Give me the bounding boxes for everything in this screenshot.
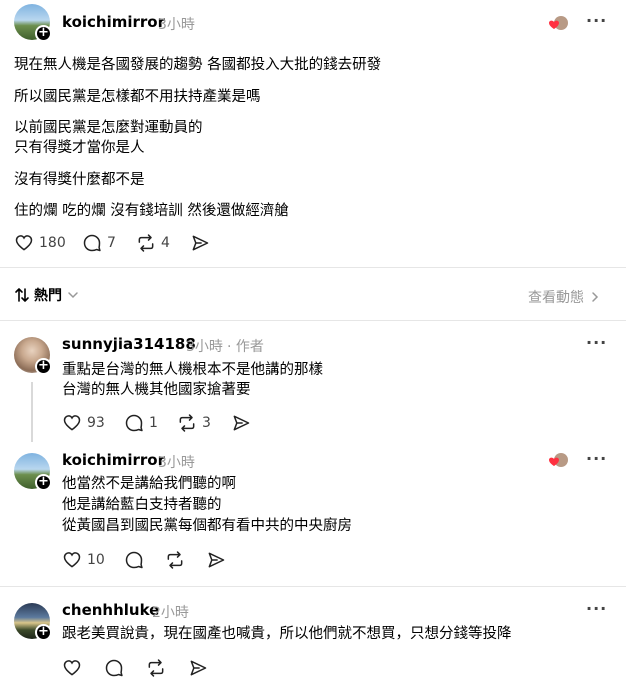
comment-button[interactable] xyxy=(104,658,124,678)
like-count: 180 xyxy=(39,235,66,251)
post-time[interactable]: 3小時 xyxy=(158,14,195,34)
share-button[interactable] xyxy=(206,550,226,570)
divider xyxy=(0,586,626,587)
reply-line: 跟老美買說貴，現在國產也喊貴，所以他們就不想買，只想分錢等投降 xyxy=(62,626,512,642)
share-button[interactable] xyxy=(231,413,251,433)
reply-line: 他當然不是講給我們聽的啊 xyxy=(62,476,236,492)
repost-icon xyxy=(148,659,164,677)
reply-time[interactable]: 3小時 xyxy=(158,452,195,472)
view-activity-link[interactable]: 查看動態 xyxy=(528,287,602,307)
post-line: 以前國民黨是怎麼對運動員的 xyxy=(14,120,203,136)
heart-icon xyxy=(15,235,33,251)
sort-dropdown[interactable]: 熱門 xyxy=(14,285,80,305)
heart-icon xyxy=(63,415,81,431)
post-username[interactable]: koichimirror xyxy=(62,13,165,31)
follow-plus-icon[interactable]: + xyxy=(35,474,52,491)
like-count: 93 xyxy=(87,415,105,431)
heart-icon xyxy=(63,660,81,676)
repost-button[interactable]: 4 xyxy=(136,233,170,253)
divider xyxy=(0,267,626,268)
heart-icon xyxy=(63,552,81,568)
post-line: 住的爛 吃的爛 沒有錢培訓 然後還做經濟艙 xyxy=(14,203,289,219)
follow-plus-icon[interactable]: + xyxy=(35,25,52,42)
reply-line: 從黃國昌到國民黨每個都有看中共的中央廚房 xyxy=(62,518,352,534)
like-button[interactable]: 180 xyxy=(14,233,66,253)
share-button[interactable] xyxy=(190,233,210,253)
sort-arrows-icon xyxy=(15,288,29,302)
divider xyxy=(0,320,626,321)
repost-button[interactable] xyxy=(146,658,166,678)
like-count: 10 xyxy=(87,552,105,568)
like-button[interactable]: 10 xyxy=(62,550,105,570)
post-line: 只有得獎才當你是人 xyxy=(14,140,145,156)
repost-button[interactable]: 3 xyxy=(177,413,211,433)
more-dots-icon[interactable]: ··· xyxy=(586,333,607,352)
reply-line: 重點是台灣的無人機根本不是他講的那樣 xyxy=(62,362,323,378)
post-line: 沒有得獎什麼都不是 xyxy=(14,172,145,188)
chevron-right-icon xyxy=(592,292,599,302)
send-icon xyxy=(208,552,225,568)
more-dots-icon[interactable]: ··· xyxy=(586,449,607,468)
repost-icon xyxy=(138,234,154,252)
repost-count: 3 xyxy=(202,415,211,431)
reply-time[interactable]: 2小時 xyxy=(152,602,189,622)
reply-time[interactable]: 3小時 xyxy=(186,336,223,356)
comment-bubble-icon xyxy=(125,414,143,432)
send-icon xyxy=(190,660,207,676)
send-icon xyxy=(233,415,250,431)
comment-count: 1 xyxy=(149,415,158,431)
liked-by-avatar[interactable] xyxy=(547,451,569,469)
reply-username[interactable]: chenhhluke xyxy=(62,601,159,619)
view-activity-label: 查看動態 xyxy=(528,290,584,306)
repost-button[interactable] xyxy=(165,550,185,570)
more-dots-icon[interactable]: ··· xyxy=(586,599,607,618)
post-line: 現在無人機是各國發展的趨勢 各國都投入大批的錢去研發 xyxy=(14,57,382,73)
comment-button[interactable]: 1 xyxy=(124,413,158,433)
comment-button[interactable] xyxy=(124,550,144,570)
comment-count: 7 xyxy=(107,235,116,251)
comment-bubble-icon xyxy=(125,551,143,569)
follow-plus-icon[interactable]: + xyxy=(35,624,52,641)
repost-icon xyxy=(167,551,183,569)
follow-plus-icon[interactable]: + xyxy=(35,358,52,375)
repost-icon xyxy=(179,414,195,432)
comment-button[interactable]: 7 xyxy=(82,233,116,253)
repost-count: 4 xyxy=(161,235,170,251)
liked-by-avatar[interactable] xyxy=(547,14,569,32)
share-button[interactable] xyxy=(188,658,208,678)
more-dots-icon[interactable]: ··· xyxy=(586,11,607,30)
comment-bubble-icon xyxy=(105,659,123,677)
reply-line: 台灣的無人機其他國家搶著要 xyxy=(62,382,251,398)
chevron-down-icon xyxy=(68,292,78,299)
thread-line xyxy=(31,382,33,442)
reply-line: 他是講給藍白支持者聽的 xyxy=(62,497,222,513)
like-button[interactable]: 93 xyxy=(62,413,105,433)
reply-username[interactable]: koichimirror xyxy=(62,451,165,469)
send-icon xyxy=(192,235,209,251)
author-tag: · 作者 xyxy=(227,339,264,355)
sort-label: 熱門 xyxy=(34,288,62,304)
reply-username[interactable]: sunnyjia314188 xyxy=(62,335,196,353)
like-button[interactable] xyxy=(62,658,82,678)
post-line: 所以國民黨是怎樣都不用扶持產業是嗎 xyxy=(14,89,261,105)
comment-bubble-icon xyxy=(83,234,101,252)
